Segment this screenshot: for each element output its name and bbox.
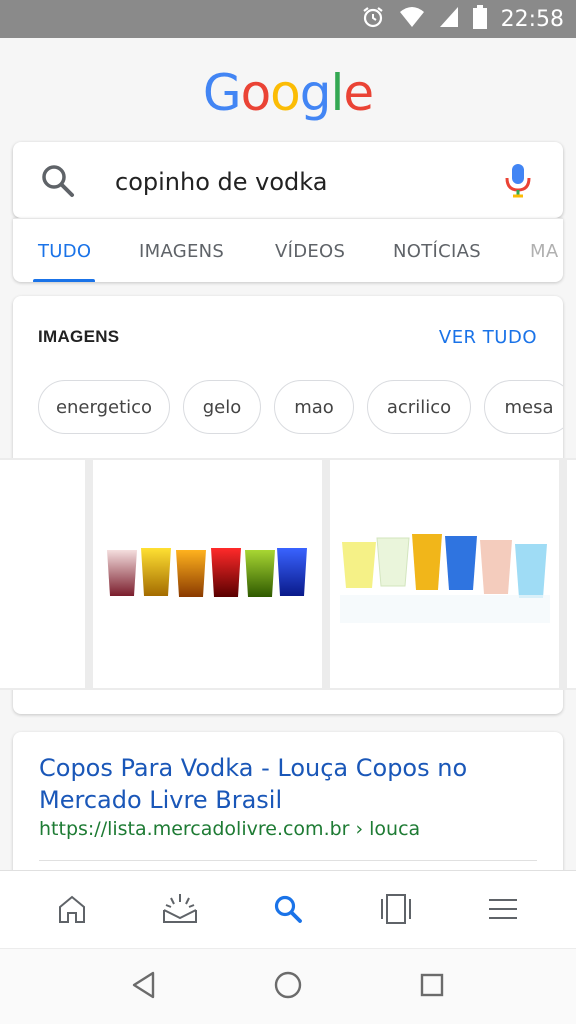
- tab-tudo[interactable]: TUDO: [38, 241, 91, 262]
- chip-mesa[interactable]: mesa: [484, 380, 563, 434]
- logo-letter: g: [299, 64, 332, 122]
- microphone-icon[interactable]: [503, 162, 533, 203]
- recents-button[interactable]: [414, 969, 450, 1005]
- updates-button[interactable]: [158, 889, 202, 933]
- system-navigation-bar: [0, 948, 576, 1024]
- result-url[interactable]: https://lista.mercadolivre.com.br › louc…: [39, 818, 420, 840]
- alarm-icon: [361, 5, 385, 34]
- back-button[interactable]: [126, 969, 162, 1005]
- search-icon: [273, 894, 303, 929]
- chip-mao[interactable]: mao: [274, 380, 354, 434]
- logo-letter: G: [202, 64, 242, 122]
- home-circle-icon: [273, 970, 303, 1005]
- bottom-navigation: [0, 870, 576, 948]
- home-icon: [57, 894, 87, 929]
- divider: [39, 860, 537, 861]
- search-nav-button[interactable]: [266, 889, 310, 933]
- logo-letter: o: [240, 64, 272, 122]
- search-input[interactable]: copinho de vodka: [115, 168, 327, 196]
- search-box[interactable]: copinho de vodka: [13, 142, 563, 218]
- active-tab-indicator: [33, 279, 95, 282]
- tab-more[interactable]: MA: [530, 241, 558, 262]
- status-time: 22:58: [500, 6, 564, 32]
- image-thumbnail[interactable]: [330, 460, 559, 688]
- menu-button[interactable]: [481, 889, 525, 933]
- logo-letter: e: [343, 64, 374, 122]
- wifi-icon: [399, 6, 425, 33]
- tab-videos[interactable]: VÍDEOS: [275, 241, 345, 262]
- logo-letter: l: [330, 64, 345, 122]
- tabs-button[interactable]: [374, 889, 418, 933]
- result-title-link[interactable]: Copos Para Vodka - Louça Copos no Mercad…: [39, 752, 539, 816]
- search-tabs: TUDO IMAGENS VÍDEOS NOTÍCIAS MA: [13, 218, 563, 282]
- search-results-page: Google copinho de vodka TUDO IMAGENS VÍD…: [0, 38, 576, 870]
- tabs-icon: [379, 893, 413, 930]
- chip-gelo[interactable]: gelo: [183, 380, 261, 434]
- image-thumbnail[interactable]: [567, 460, 576, 688]
- see-all-link[interactable]: VER TUDO: [439, 327, 537, 348]
- updates-icon: [162, 892, 198, 931]
- search-icon[interactable]: [41, 164, 75, 203]
- home-button[interactable]: [50, 889, 94, 933]
- home-system-button[interactable]: [270, 969, 306, 1005]
- image-thumbnail[interactable]: [93, 460, 322, 688]
- status-bar: 22:58: [0, 0, 576, 38]
- logo-letter: o: [270, 64, 301, 122]
- tab-imagens[interactable]: IMAGENS: [139, 241, 224, 262]
- colored-shot-glasses-image: [107, 548, 307, 597]
- chip-acrilico[interactable]: acrilico: [367, 380, 471, 434]
- signal-icon: [439, 6, 459, 33]
- google-logo[interactable]: Google: [0, 64, 576, 122]
- image-thumbnail[interactable]: [0, 460, 85, 688]
- search-result-card[interactable]: Copos Para Vodka - Louça Copos no Mercad…: [13, 732, 563, 870]
- battery-icon: [472, 4, 487, 34]
- menu-icon: [487, 897, 519, 926]
- back-icon: [131, 971, 157, 1004]
- tab-noticias[interactable]: NOTÍCIAS: [393, 241, 481, 262]
- status-icons: 22:58: [361, 0, 564, 38]
- recents-icon: [419, 972, 445, 1003]
- transparent-shot-glasses-image: [340, 534, 550, 623]
- image-carousel[interactable]: [0, 458, 576, 690]
- chip-energetico[interactable]: energetico: [38, 380, 170, 434]
- images-section-title: IMAGENS: [38, 327, 120, 346]
